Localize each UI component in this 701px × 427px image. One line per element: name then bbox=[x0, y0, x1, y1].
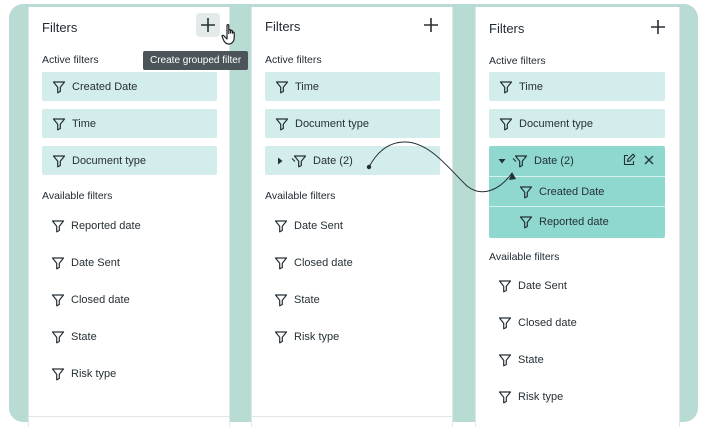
available-filter-item[interactable]: Risk type bbox=[51, 364, 116, 384]
filter-icon bbox=[498, 391, 512, 404]
active-filter-chip[interactable]: Document type bbox=[265, 109, 440, 138]
grouped-filter-icon bbox=[291, 154, 307, 167]
available-filters-label: Available filters bbox=[42, 190, 113, 202]
active-filter-chip[interactable]: Time bbox=[489, 72, 665, 101]
filter-label: Time bbox=[519, 80, 544, 93]
filter-icon bbox=[51, 294, 65, 307]
available-filter-item[interactable]: State bbox=[51, 327, 97, 347]
filters-panel-3: Filters Active filters Time Document typ… bbox=[475, 7, 680, 427]
filter-label: Reported date bbox=[71, 220, 141, 232]
available-filter-item[interactable]: Closed date bbox=[274, 253, 353, 273]
filters-panel-1: Filters Active filters Create grouped fi… bbox=[28, 7, 249, 427]
add-filter-button[interactable] bbox=[646, 15, 670, 39]
filter-icon bbox=[51, 368, 65, 381]
filter-label: State bbox=[71, 331, 97, 343]
filter-label: Created Date bbox=[72, 80, 138, 93]
available-filter-item[interactable]: State bbox=[498, 350, 544, 370]
filter-icon bbox=[51, 331, 65, 344]
active-filter-chip[interactable]: Created Date bbox=[42, 72, 217, 101]
filter-icon bbox=[519, 185, 533, 198]
available-filter-item[interactable]: Risk type bbox=[274, 327, 339, 347]
filter-label: Date Sent bbox=[294, 220, 343, 232]
filter-label: Closed date bbox=[294, 257, 353, 269]
active-filter-chip[interactable]: Document type bbox=[489, 109, 665, 138]
filter-label: Time bbox=[72, 117, 97, 130]
available-filter-item[interactable]: Date Sent bbox=[498, 276, 567, 296]
edit-icon[interactable] bbox=[622, 153, 636, 167]
panel-divider bbox=[252, 416, 452, 417]
filter-label: Document type bbox=[519, 117, 593, 130]
filter-label: Date (2) bbox=[534, 154, 574, 167]
add-filter-button[interactable] bbox=[419, 13, 443, 37]
available-filter-item[interactable]: State bbox=[274, 290, 320, 310]
filter-icon bbox=[52, 80, 66, 93]
filter-icon bbox=[52, 117, 66, 130]
filter-label: Risk type bbox=[518, 391, 564, 403]
active-filters-label: Active filters bbox=[265, 54, 322, 66]
filter-icon bbox=[498, 354, 512, 367]
add-filter-button[interactable] bbox=[196, 13, 220, 37]
available-filter-item[interactable]: Closed date bbox=[498, 313, 577, 333]
available-filter-item[interactable]: Date Sent bbox=[274, 216, 343, 236]
filter-label: Risk type bbox=[71, 368, 117, 380]
active-filters-label: Active filters bbox=[489, 55, 546, 67]
panel-title: Filters bbox=[265, 19, 301, 34]
filter-icon bbox=[274, 220, 288, 233]
grouped-filter-icon bbox=[512, 154, 528, 167]
available-filter-item[interactable]: Date Sent bbox=[51, 253, 120, 273]
available-filter-item[interactable]: Closed date bbox=[51, 290, 130, 310]
filter-label: Document type bbox=[295, 117, 369, 130]
filter-label: Document type bbox=[72, 154, 146, 167]
panel-title: Filters bbox=[42, 20, 78, 35]
plus-icon bbox=[201, 18, 215, 32]
filter-label: Time bbox=[295, 80, 320, 93]
available-filter-item[interactable]: Risk type bbox=[498, 387, 563, 407]
plus-icon bbox=[424, 18, 438, 32]
filter-icon bbox=[519, 215, 533, 228]
close-icon[interactable] bbox=[642, 153, 656, 167]
available-filters-label: Available filters bbox=[265, 190, 336, 202]
grouped-filter-child[interactable]: Reported date bbox=[489, 206, 665, 236]
active-filter-chip[interactable]: Document type bbox=[42, 146, 217, 175]
filter-icon bbox=[275, 117, 289, 130]
filter-icon bbox=[52, 154, 66, 167]
grouped-filter-chip[interactable]: Date (2) bbox=[265, 146, 440, 175]
filter-icon bbox=[275, 80, 289, 93]
filters-panel-2: Filters Active filters Time Document typ… bbox=[251, 7, 453, 427]
grouped-filter: Date (2) Created Date Reported date bbox=[489, 146, 665, 238]
filter-icon bbox=[499, 117, 513, 130]
filter-label: Closed date bbox=[71, 294, 130, 306]
filter-label: Date Sent bbox=[71, 257, 120, 269]
filter-label: Closed date bbox=[518, 317, 577, 329]
grouped-filter-child[interactable]: Created Date bbox=[489, 176, 665, 206]
filter-label: Risk type bbox=[294, 331, 340, 343]
active-filter-chip[interactable]: Time bbox=[42, 109, 217, 138]
active-filters-label: Active filters bbox=[42, 54, 99, 66]
filter-label: Created Date bbox=[539, 185, 605, 198]
filter-icon bbox=[498, 317, 512, 330]
active-filter-chip[interactable]: Time bbox=[265, 72, 440, 101]
plus-icon bbox=[651, 20, 665, 34]
filter-icon bbox=[498, 280, 512, 293]
filter-label: State bbox=[518, 354, 544, 366]
filter-icon bbox=[51, 220, 65, 233]
panel-divider bbox=[29, 416, 229, 417]
caret-down-icon bbox=[498, 158, 506, 163]
filter-icon bbox=[274, 257, 288, 270]
filter-label: Reported date bbox=[539, 215, 609, 228]
filter-icon bbox=[274, 294, 288, 307]
caret-right-icon bbox=[278, 157, 283, 164]
panel-title: Filters bbox=[489, 21, 525, 36]
filter-label: State bbox=[294, 294, 320, 306]
filter-label: Date Sent bbox=[518, 280, 567, 292]
hand-cursor-icon bbox=[221, 24, 235, 45]
create-grouped-filter-tooltip: Create grouped filter bbox=[143, 51, 249, 70]
filter-icon bbox=[499, 80, 513, 93]
filter-icon bbox=[274, 331, 288, 344]
grouped-filter-header[interactable]: Date (2) bbox=[489, 146, 665, 175]
filter-icon bbox=[51, 257, 65, 270]
filter-label: Date (2) bbox=[313, 154, 353, 167]
available-filter-item[interactable]: Reported date bbox=[51, 216, 141, 236]
available-filters-label: Available filters bbox=[489, 251, 560, 263]
